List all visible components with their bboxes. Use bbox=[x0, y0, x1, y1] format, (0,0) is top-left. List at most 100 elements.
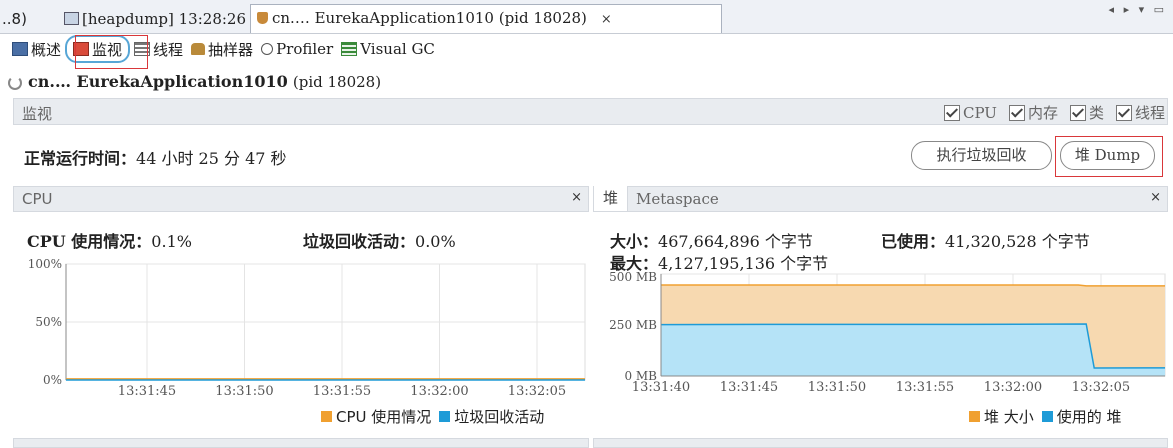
heap-x-tick-label: 13:32:00 bbox=[984, 380, 1042, 395]
heap-dump-highlight-box bbox=[1055, 136, 1163, 177]
heap-size-label: 大小： bbox=[610, 232, 659, 251]
checkbox-threads[interactable]: 线程 bbox=[1115, 102, 1165, 123]
checkbox-classes[interactable]: 类 bbox=[1069, 102, 1104, 123]
cpu-x-tick-label: 13:32:00 bbox=[410, 384, 468, 399]
heap-size-swatch bbox=[969, 411, 980, 422]
cpu-x-tick-label: 13:31:45 bbox=[118, 384, 176, 399]
perform-gc-button[interactable]: 执行垃圾回收 bbox=[911, 141, 1052, 170]
view-toolbar: 概述 监视 线程 抽样器 Profiler Visual GC bbox=[8, 34, 439, 64]
editor-tab-bar: ..8) [heapdump] 13:28:26× cn.… EurekaApp… bbox=[0, 0, 1173, 34]
sampler-button[interactable]: 抽样器 bbox=[187, 37, 257, 61]
overview-icon bbox=[12, 42, 28, 56]
heap-x-tick-label: 13:31:50 bbox=[808, 380, 866, 395]
cpu-y-tick-label: 0% bbox=[43, 373, 62, 387]
heap-legend: 堆 大小 使用的 堆 bbox=[969, 406, 1122, 427]
tab-previous[interactable]: ..8) bbox=[2, 6, 27, 32]
cpu-legend-usage: CPU 使用情况 bbox=[336, 408, 432, 426]
cpu-panel-title: CPU bbox=[22, 190, 53, 208]
cpu-legend-gc: 垃圾回收活动 bbox=[454, 408, 545, 426]
cpu-x-tick-label: 13:31:50 bbox=[215, 384, 273, 399]
monitor-section-label: 监视 bbox=[22, 105, 53, 123]
visual-gc-button[interactable]: Visual GC bbox=[337, 37, 439, 61]
uptime-label: 正常运行时间： bbox=[24, 149, 137, 168]
uptime-value: 44 小时 25 分 47 秒 bbox=[136, 149, 287, 168]
gc-activity-value: 0.0% bbox=[415, 232, 456, 251]
checkbox-cpu[interactable]: CPU bbox=[944, 102, 997, 123]
cpu-y-tick-label: 100% bbox=[28, 257, 62, 271]
cpu-y-tick-label: 50% bbox=[35, 315, 62, 329]
profiler-label: Profiler bbox=[276, 40, 334, 58]
java-app-icon bbox=[257, 12, 268, 24]
tab-eureka-label: cn.… EurekaApplication1010 (pid 18028) bbox=[272, 9, 587, 27]
overview-button[interactable]: 概述 bbox=[8, 37, 65, 61]
app-title: cn.… EurekaApplication1010 (pid 18028) bbox=[8, 72, 381, 91]
visual-gc-icon bbox=[341, 42, 358, 56]
heap-size-line bbox=[661, 284, 1165, 287]
monitor-section-header: 监视 CPU 内存 类 线程 bbox=[13, 98, 1168, 125]
sampler-label: 抽样器 bbox=[208, 40, 254, 59]
monitor-checkboxes: CPU 内存 类 线程 bbox=[944, 102, 1165, 123]
cpu-panel-header: CPU × bbox=[13, 186, 589, 212]
heap-used-stat: 已使用：41,320,528 个字节 bbox=[881, 228, 1090, 252]
heap-panel-close-icon[interactable]: × bbox=[1150, 190, 1161, 205]
uptime: 正常运行时间：44 小时 25 分 47 秒 bbox=[24, 145, 287, 169]
heap-x-tick-label: 13:32:05 bbox=[1072, 380, 1130, 395]
gc-activity-stat: 垃圾回收活动：0.0% bbox=[303, 228, 456, 252]
heap-legend-size: 堆 大小 bbox=[984, 408, 1034, 426]
perform-gc-label: 执行垃圾回收 bbox=[936, 146, 1027, 164]
heapdump-icon bbox=[64, 12, 79, 25]
cpu-usage-label: CPU 使用情况： bbox=[27, 232, 152, 251]
heap-y-tick-label: 500 MB bbox=[609, 272, 657, 284]
heap-panel-bottom-edge bbox=[593, 438, 1168, 448]
cpu-usage-swatch bbox=[321, 411, 332, 422]
checkbox-classes-label: 类 bbox=[1088, 104, 1104, 122]
heap-y-tick-label: 0 MB bbox=[624, 369, 657, 383]
tab-eureka-application[interactable]: cn.… EurekaApplication1010 (pid 18028) × bbox=[250, 4, 722, 33]
threads-label: 线程 bbox=[153, 40, 184, 59]
heap-x-tick-label: 13:31:45 bbox=[720, 380, 778, 395]
cpu-panel-bottom-edge bbox=[13, 438, 589, 448]
checkbox-threads-box[interactable] bbox=[1115, 104, 1132, 121]
heap-y-tick-label: 250 MB bbox=[609, 318, 657, 332]
cpu-x-tick-label: 13:31:55 bbox=[313, 384, 371, 399]
heap-max-label: 最大： bbox=[610, 254, 659, 273]
monitor-highlight-box bbox=[75, 35, 148, 69]
visual-gc-label: Visual GC bbox=[360, 40, 435, 58]
heap-legend-used: 使用的 堆 bbox=[1056, 408, 1122, 426]
tab-eureka-close-icon[interactable]: × bbox=[601, 12, 612, 27]
checkbox-memory-box[interactable] bbox=[1008, 104, 1025, 121]
tab-heap[interactable]: 堆 bbox=[594, 186, 629, 211]
tab-heapdump[interactable]: [heapdump] 13:28:26× bbox=[64, 6, 261, 32]
tab-previous-label: ..8) bbox=[2, 10, 27, 28]
app-name: cn.… EurekaApplication1010 bbox=[28, 72, 288, 91]
tab-heapdump-label: [heapdump] 13:28:26 bbox=[82, 10, 247, 28]
cpu-panel-close-icon[interactable]: × bbox=[571, 190, 582, 205]
cpu-usage-stat: CPU 使用情况：0.1% bbox=[27, 228, 192, 252]
heap-panel-header: 堆 Metaspace × bbox=[593, 186, 1168, 212]
heap-used-label: 已使用： bbox=[881, 232, 946, 251]
checkbox-classes-box[interactable] bbox=[1069, 104, 1086, 121]
checkbox-memory[interactable]: 内存 bbox=[1008, 102, 1058, 123]
checkbox-memory-label: 内存 bbox=[1027, 104, 1058, 122]
profiler-button[interactable]: Profiler bbox=[257, 37, 337, 61]
cpu-x-tick-label: 13:32:05 bbox=[508, 384, 566, 399]
heap-max-value: 4,127,195,136 个字节 bbox=[658, 254, 829, 273]
heap-size-stat: 大小：467,664,896 个字节 bbox=[610, 228, 813, 252]
window-controls[interactable]: ◂ ▸ ▾ ▭ bbox=[1109, 3, 1167, 16]
loading-icon bbox=[8, 75, 22, 90]
cpu-usage-value: 0.1% bbox=[151, 232, 192, 251]
checkbox-threads-label: 线程 bbox=[1134, 104, 1165, 122]
heap-x-tick-label: 13:31:55 bbox=[896, 380, 954, 395]
checkbox-cpu-box[interactable] bbox=[944, 104, 960, 121]
tab-metaspace[interactable]: Metaspace bbox=[636, 190, 719, 208]
checkbox-cpu-label: CPU bbox=[963, 103, 997, 122]
app-pid: (pid 18028) bbox=[292, 73, 382, 91]
profiler-icon bbox=[261, 43, 274, 55]
heap-used-swatch bbox=[1041, 411, 1053, 422]
gc-activity-swatch bbox=[439, 411, 451, 422]
cpu-legend: CPU 使用情况 垃圾回收活动 bbox=[321, 406, 544, 427]
cpu-chart: 13:31:45 13:31:50 13:31:55 13:32:00 13:32:05… bbox=[28, 257, 586, 399]
heap-max-stat: 最大：4,127,195,136 个字节 bbox=[610, 250, 828, 274]
overview-label: 概述 bbox=[31, 40, 62, 59]
heap-chart: 13:31:40 13:31:45 13:31:50 13:31:55 13:32:00… bbox=[609, 272, 1166, 395]
